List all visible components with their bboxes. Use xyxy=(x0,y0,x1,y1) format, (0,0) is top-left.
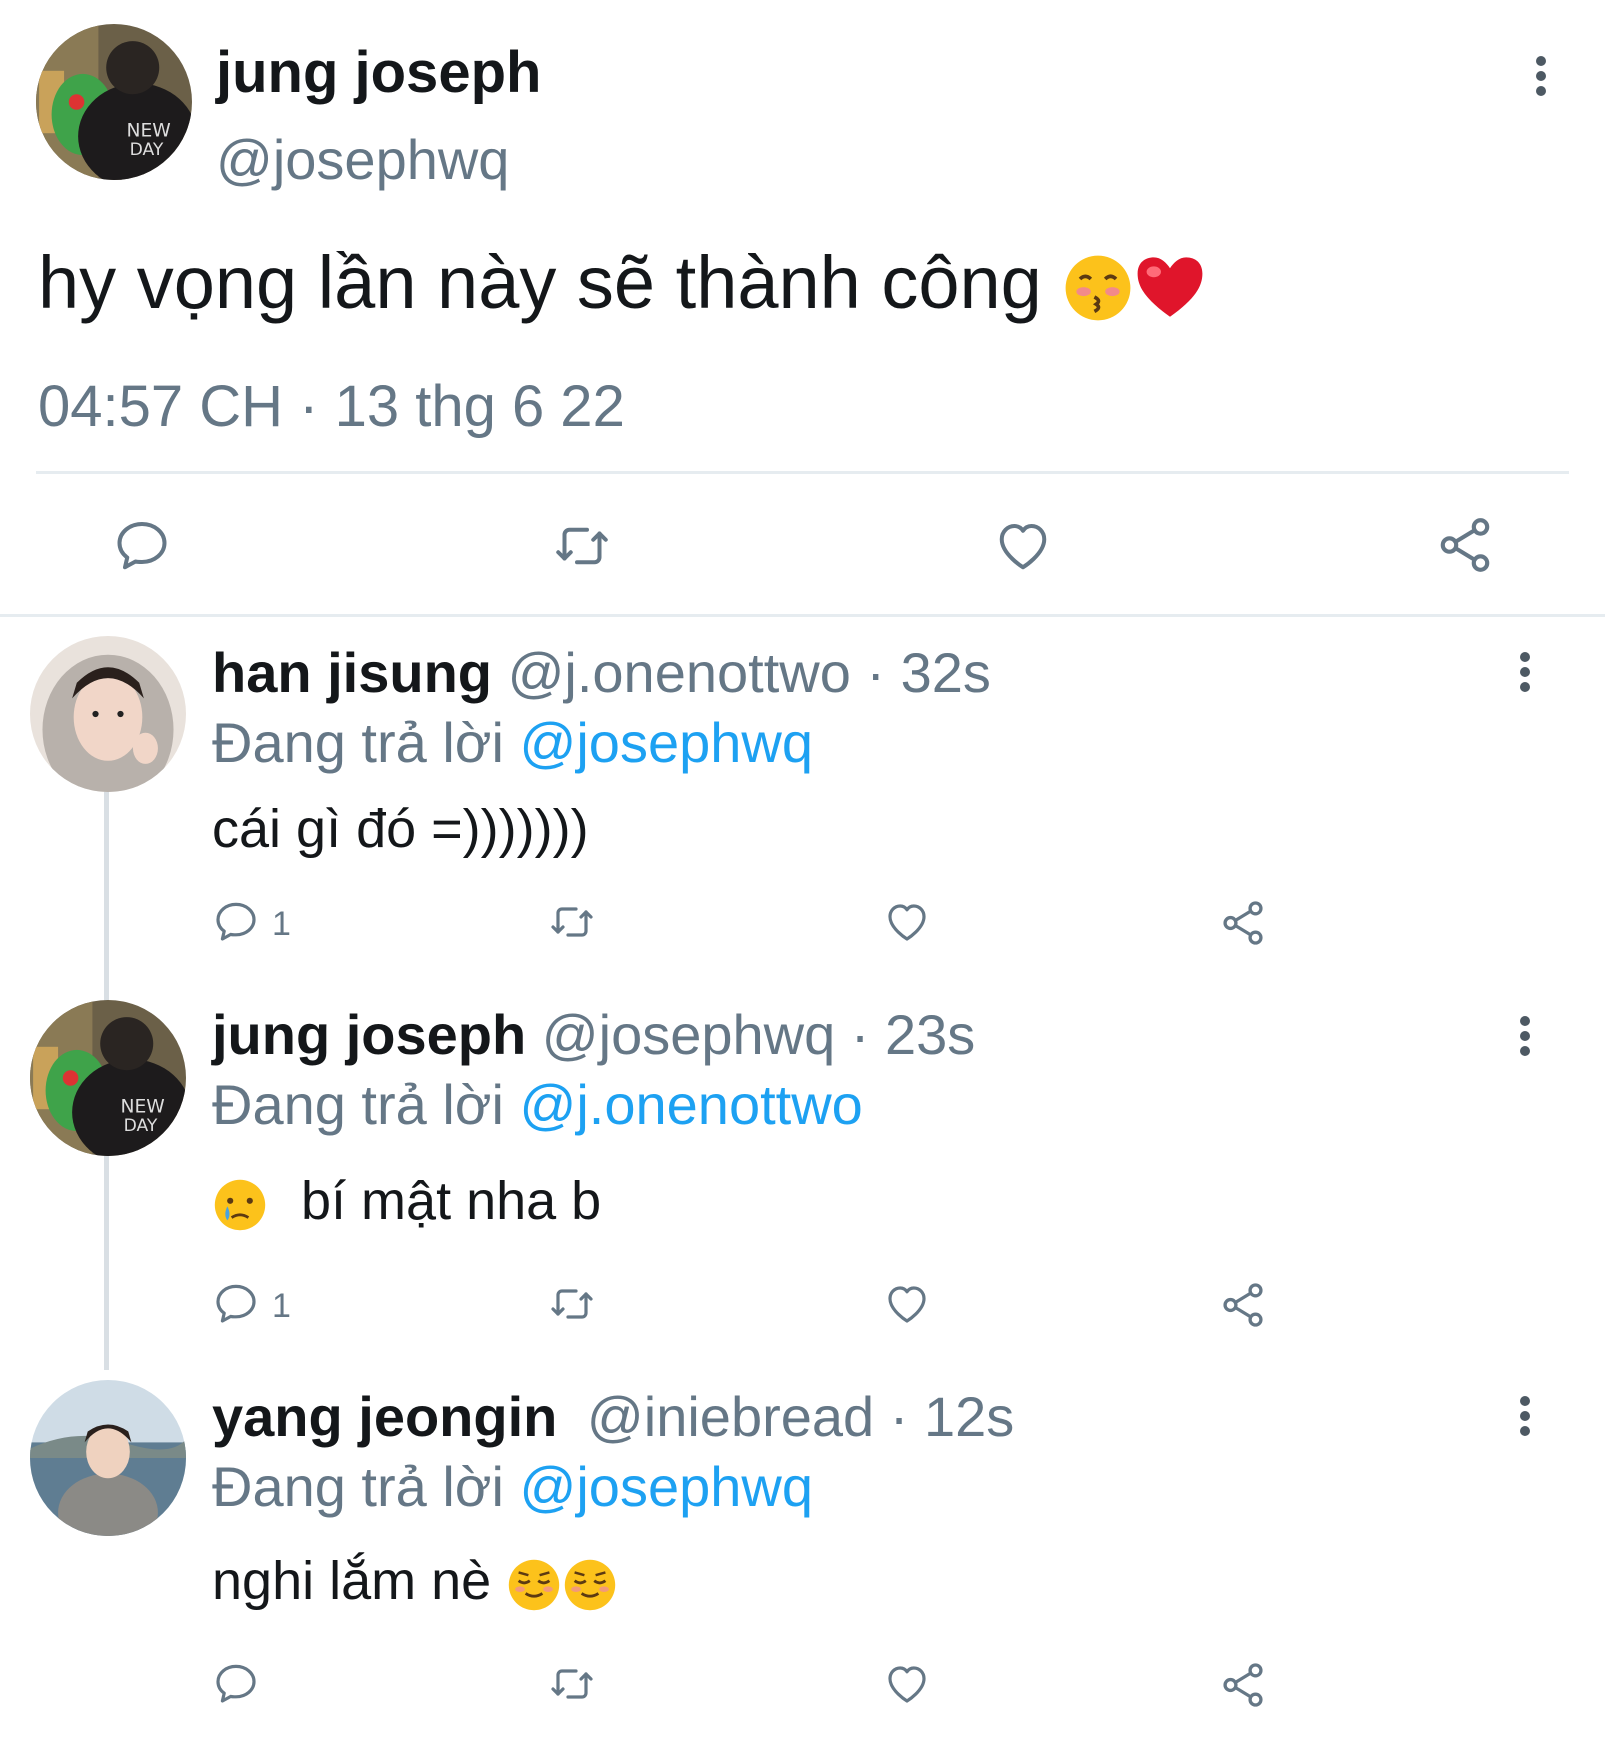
reply-time: · 32s xyxy=(866,641,991,704)
more-options-icon[interactable] xyxy=(1518,1016,1532,1056)
tweet-text-content: hy vọng lần này sẽ thành công xyxy=(38,241,1042,324)
author-avatar[interactable] xyxy=(36,24,192,180)
reply-count: 1 xyxy=(272,905,291,943)
retweet-icon[interactable] xyxy=(546,898,598,946)
reply-mention-link[interactable]: @j.onenottwo xyxy=(520,1073,863,1136)
retweet-icon[interactable] xyxy=(550,516,614,576)
reply-icon[interactable] xyxy=(212,1660,260,1708)
like-icon[interactable] xyxy=(882,1280,932,1328)
like-icon[interactable] xyxy=(882,1660,932,1708)
share-icon[interactable] xyxy=(1218,1660,1268,1710)
more-options-icon[interactable] xyxy=(1534,56,1548,96)
reply-author-handle[interactable]: @iniebread xyxy=(587,1385,874,1448)
reply-header: yang jeongin @iniebread · 12s xyxy=(212,1384,1014,1450)
like-icon[interactable] xyxy=(882,898,932,946)
tweet-text: hy vọng lần này sẽ thành công xyxy=(38,238,1206,328)
reply-time: · 23s xyxy=(850,1003,976,1066)
reply-author-handle[interactable]: @j.onenottwo xyxy=(508,641,851,704)
reply-text-content: bí mật nha b xyxy=(301,1171,602,1231)
author-name[interactable]: jung joseph xyxy=(216,38,541,108)
divider xyxy=(36,471,1569,474)
reply-text: nghi lắm nè xyxy=(212,1548,618,1614)
replying-prefix: Đang trả lời xyxy=(212,1455,504,1518)
tweet-timestamp[interactable]: 04:57 CH · 13 thg 6 22 xyxy=(38,372,625,442)
reply-text: bí mật nha b xyxy=(212,1168,601,1234)
reply-author-name[interactable]: han jisung xyxy=(212,641,492,704)
reply-avatar[interactable] xyxy=(30,636,186,792)
replying-prefix: Đang trả lời xyxy=(212,711,504,774)
reply-header: han jisung @j.onenottwo · 32s xyxy=(212,640,991,706)
retweet-icon[interactable] xyxy=(546,1280,598,1328)
relieved-face-emoji xyxy=(562,1557,618,1613)
kissing-closed-eyes-emoji xyxy=(1062,252,1134,324)
like-icon[interactable] xyxy=(992,516,1054,576)
avatar-image xyxy=(30,1380,186,1536)
reply-icon[interactable] xyxy=(212,1280,260,1328)
more-options-icon[interactable] xyxy=(1518,652,1532,692)
replying-to: Đang trả lời @j.onenottwo xyxy=(212,1072,863,1138)
avatar-image xyxy=(36,24,192,180)
reply-author-name[interactable]: yang jeongin xyxy=(212,1385,557,1448)
reply-avatar[interactable] xyxy=(30,1000,186,1156)
reply-mention-link[interactable]: @josephwq xyxy=(520,711,813,774)
author-handle[interactable]: @josephwq xyxy=(216,125,509,195)
relieved-face-emoji xyxy=(506,1557,562,1613)
share-icon[interactable] xyxy=(1434,514,1496,576)
reply-header: jung joseph @josephwq · 23s xyxy=(212,1002,975,1068)
red-heart-emoji xyxy=(1134,252,1206,324)
reply-avatar[interactable] xyxy=(30,1380,186,1536)
reply-time: · 12s xyxy=(889,1385,1015,1448)
reply-text-content: nghi lắm nè xyxy=(212,1551,492,1611)
section-divider xyxy=(0,614,1605,617)
retweet-icon[interactable] xyxy=(546,1660,598,1708)
reply-count: 1 xyxy=(272,1287,291,1325)
replying-to: Đang trả lời @josephwq xyxy=(212,1454,813,1520)
reply-mention-link[interactable]: @josephwq xyxy=(520,1455,813,1518)
more-options-icon[interactable] xyxy=(1518,1396,1532,1436)
replying-to: Đang trả lời @josephwq xyxy=(212,710,813,776)
reply-icon[interactable] xyxy=(212,898,260,946)
crying-face-emoji xyxy=(212,1177,268,1233)
replying-prefix: Đang trả lời xyxy=(212,1073,504,1136)
reply-text: cái gì đó =))))))) xyxy=(212,799,589,859)
avatar-image xyxy=(30,636,186,792)
share-icon[interactable] xyxy=(1218,898,1268,948)
share-icon[interactable] xyxy=(1218,1280,1268,1330)
reply-icon[interactable] xyxy=(112,516,172,576)
avatar-image xyxy=(30,1000,186,1156)
reply-author-name[interactable]: jung joseph xyxy=(212,1003,526,1066)
reply-author-handle[interactable]: @josephwq xyxy=(542,1003,835,1066)
